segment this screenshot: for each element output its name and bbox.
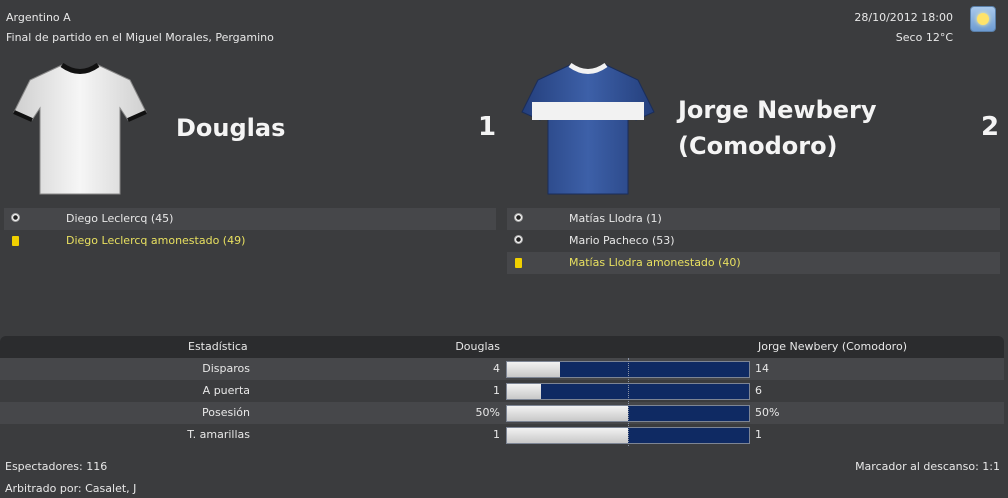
away-event-row: Matías Llodra amonestado (40) bbox=[507, 252, 1000, 274]
spectators-text: Espectadores: 116 bbox=[5, 460, 108, 473]
ball-icon bbox=[511, 208, 525, 231]
away-team-name-line2: (Comodoro) bbox=[678, 132, 838, 160]
yellow-card-icon bbox=[511, 252, 525, 277]
stat-home-value: 1 bbox=[493, 384, 500, 397]
away-team-name[interactable]: Jorge Newbery (Comodoro) bbox=[678, 92, 877, 164]
home-shirt-icon bbox=[13, 62, 147, 195]
away-score: 2 bbox=[981, 112, 1000, 142]
match-datetime: 28/10/2012 18:00 bbox=[854, 11, 953, 24]
stat-away-value: 50% bbox=[755, 406, 780, 419]
referee-text[interactable]: Arbitrado por: Casalet, J bbox=[5, 478, 136, 498]
halftime-score: Marcador al descanso: 1:1 bbox=[855, 460, 1000, 473]
stat-bar-home-fill bbox=[507, 406, 628, 421]
stat-away-value: 1 bbox=[755, 428, 762, 441]
stat-away-value: 14 bbox=[755, 362, 769, 375]
away-event-row: Matías Llodra (1) bbox=[507, 208, 1000, 230]
match-header-right: 28/10/2012 18:00 Seco 12°C bbox=[854, 8, 953, 48]
stat-home-value: 4 bbox=[493, 362, 500, 375]
stat-home-value: 50% bbox=[475, 406, 500, 419]
stat-label: A puerta bbox=[202, 384, 250, 397]
stats-header-away: Jorge Newbery (Comodoro) bbox=[758, 340, 907, 353]
sun-icon bbox=[970, 6, 996, 32]
stat-row: T. amarillas 1 1 bbox=[0, 424, 1004, 446]
stat-row: Posesión 50% 50% bbox=[0, 402, 1004, 424]
stat-row: Disparos 4 14 bbox=[0, 358, 1004, 380]
match-footer-left: Espectadores: 116 Arbitrado por: Casalet… bbox=[5, 456, 136, 498]
stat-label: Posesión bbox=[202, 406, 250, 419]
venue-text: Final de partido en el Miguel Morales, P… bbox=[6, 31, 274, 44]
stats-header: Estadística Douglas Jorge Newbery (Comod… bbox=[0, 336, 1004, 358]
event-text[interactable]: Diego Leclercq (45) bbox=[66, 208, 173, 230]
competition-name[interactable]: Argentino A bbox=[6, 8, 274, 28]
stats-header-home: Douglas bbox=[455, 340, 500, 353]
stat-label: Disparos bbox=[202, 362, 250, 375]
away-team-name-line1: Jorge Newbery bbox=[678, 96, 877, 124]
stat-away-value: 6 bbox=[755, 384, 762, 397]
home-team-name[interactable]: Douglas bbox=[176, 110, 285, 146]
away-event-row: Mario Pacheco (53) bbox=[507, 230, 1000, 252]
stat-bar-home-fill bbox=[507, 362, 561, 377]
event-text[interactable]: Matías Llodra amonestado (40) bbox=[569, 252, 741, 274]
yellow-card-icon bbox=[8, 230, 22, 255]
stats-header-label: Estadística bbox=[188, 340, 248, 353]
stats-table: Estadística Douglas Jorge Newbery (Comod… bbox=[0, 336, 1004, 446]
stat-bar-home-fill bbox=[507, 428, 628, 443]
stat-row: A puerta 1 6 bbox=[0, 380, 1004, 402]
match-header-left: Argentino A Final de partido en el Migue… bbox=[6, 8, 274, 48]
stat-label: T. amarillas bbox=[187, 428, 250, 441]
home-score: 1 bbox=[478, 112, 497, 142]
event-text[interactable]: Matías Llodra (1) bbox=[569, 208, 662, 230]
stat-bar-home-fill bbox=[507, 384, 541, 399]
weather-text: Seco 12°C bbox=[895, 31, 953, 44]
stat-home-value: 1 bbox=[493, 428, 500, 441]
ball-icon bbox=[511, 230, 525, 253]
event-text[interactable]: Diego Leclercq amonestado (49) bbox=[66, 230, 245, 252]
home-event-row: Diego Leclercq amonestado (49) bbox=[4, 230, 496, 252]
event-text[interactable]: Mario Pacheco (53) bbox=[569, 230, 675, 252]
stats-midline bbox=[628, 358, 629, 446]
away-shirt-icon bbox=[521, 62, 655, 195]
home-event-row: Diego Leclercq (45) bbox=[4, 208, 496, 230]
ball-icon bbox=[8, 208, 22, 231]
